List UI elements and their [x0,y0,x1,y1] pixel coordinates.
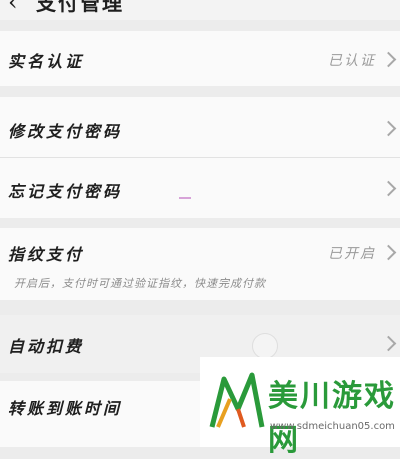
row-real-name-verification[interactable]: 实名认证 已认证 [0,31,400,86]
row-label: 修改支付密码 [8,122,123,141]
row-label: 转账到账时间 [8,399,123,418]
row-label: 忘记支付密码 [8,182,123,201]
row-change-payment-password[interactable]: 修改支付密码 [0,97,400,157]
fingerprint-description: 开启后，支付时可通过验证指纹，快速完成付款 [14,277,266,290]
watermark-title: 美川游戏网 [268,379,396,458]
top-bar: ‹ 支付管理 [0,0,400,20]
toggle-knob[interactable] [252,333,278,359]
row-status-value: 已开启 [328,246,376,262]
chevron-right-icon [380,244,397,261]
watermark: 美川游戏网 www.sdmeichuan05.com [200,357,400,458]
row-status-value: 已认证 [328,53,376,69]
row-label: 指纹支付 [8,245,85,264]
chevron-right-icon [380,120,397,137]
chevron-left-icon[interactable]: ‹ [8,0,18,14]
chevron-right-icon [380,335,397,352]
chevron-right-icon [380,51,397,68]
chevron-right-icon [380,180,397,197]
row-forgot-payment-password[interactable]: 忘记支付密码 [0,158,400,218]
watermark-url: www.sdmeichuan05.com [270,421,395,432]
decorative-mark [179,197,191,199]
row-label: 实名认证 [8,52,85,71]
site-logo-icon [209,372,265,428]
row-label: 自动扣费 [8,337,85,356]
page-title: 支付管理 [36,0,124,15]
